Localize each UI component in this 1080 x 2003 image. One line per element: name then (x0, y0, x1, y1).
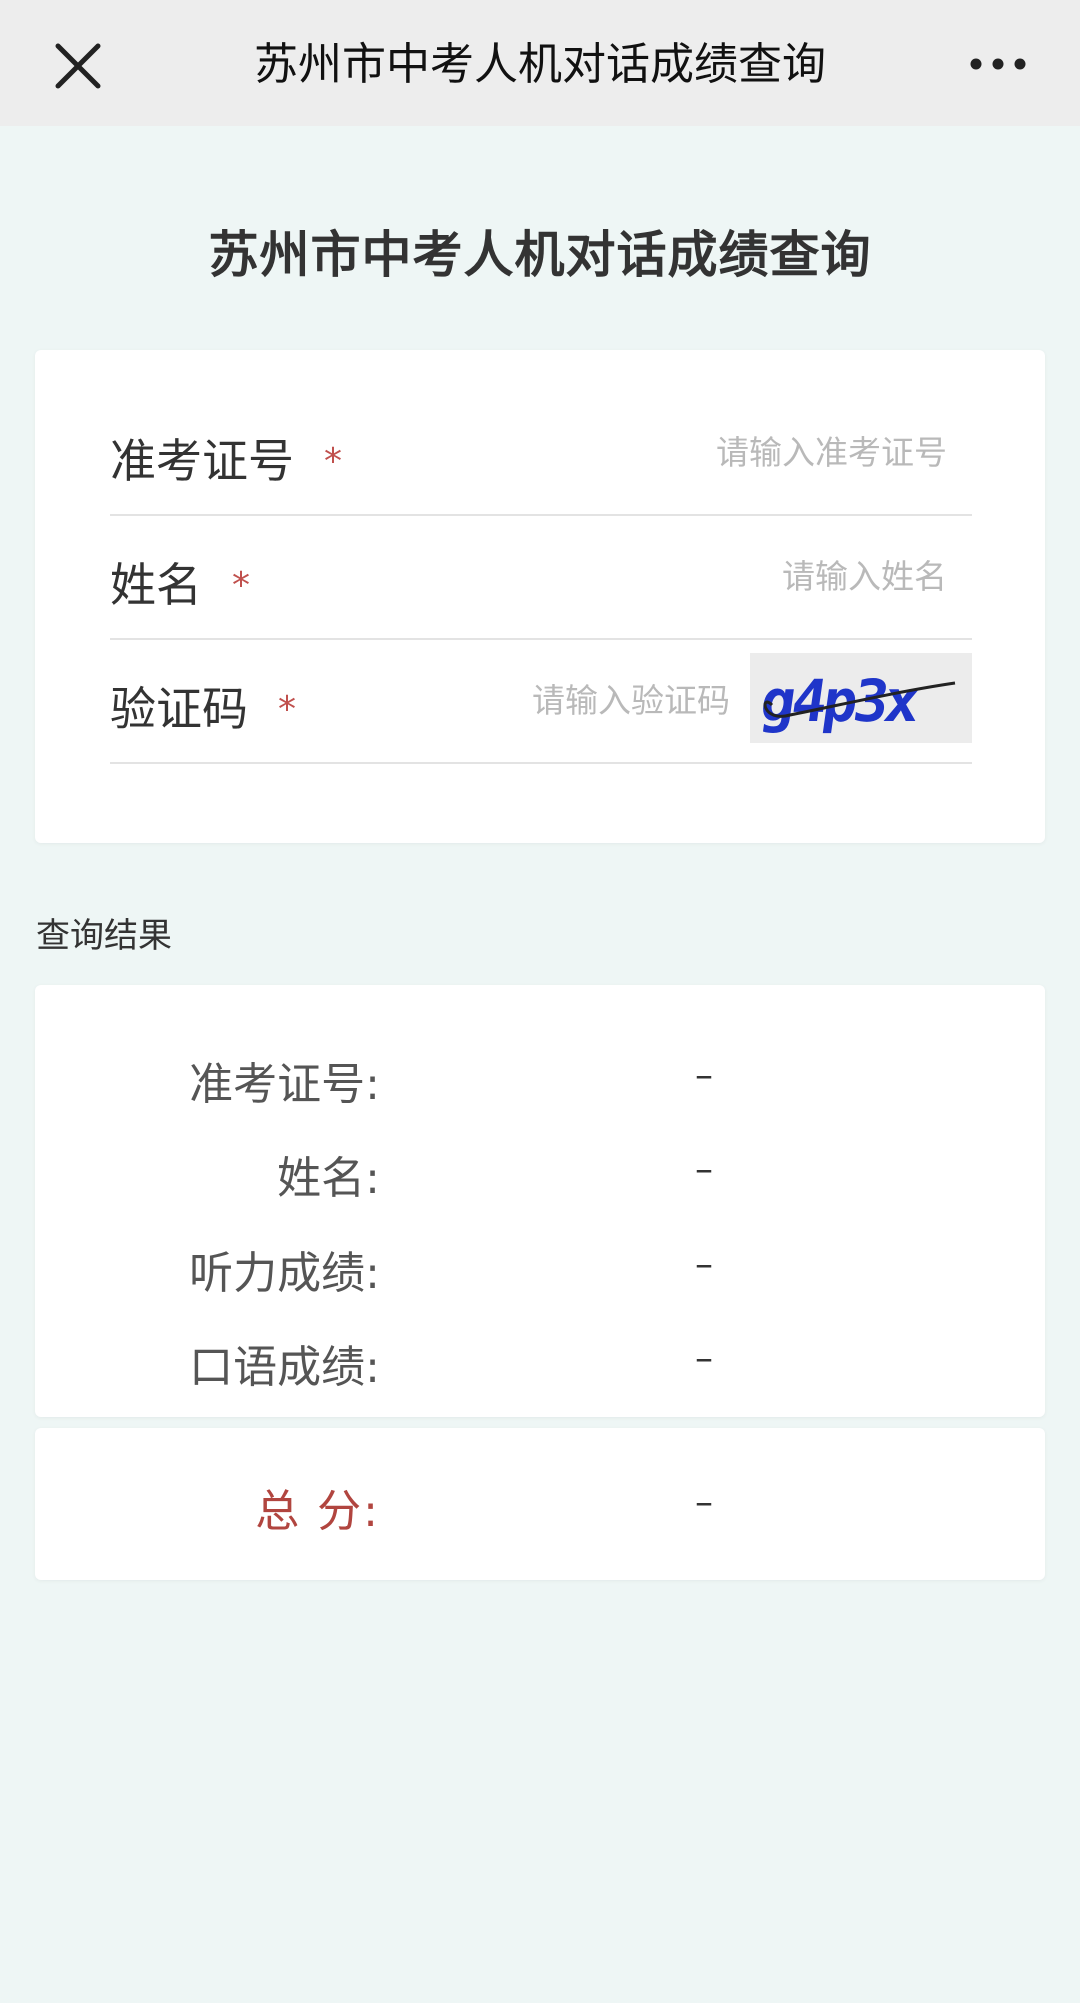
result-speaking-label: 口语成绩: (189, 1342, 380, 1393)
name-label: 姓名 * (110, 549, 250, 615)
more-options-button[interactable] (966, 44, 1030, 84)
topbar-title: 苏州市中考人机对话成绩查询 (254, 39, 826, 90)
exam-id-label: 准考证号 * (110, 425, 342, 491)
more-dots-icon (970, 58, 1026, 70)
result-listening-label: 听力成绩: (189, 1248, 380, 1299)
name-label-text: 姓名 (110, 558, 202, 612)
form-row-exam-id: 准考证号 * (110, 390, 972, 516)
form-row-captcha: 验证码 * g4p3x (110, 638, 972, 764)
captcha-graphic: g4p3x (756, 667, 956, 735)
captcha-image[interactable]: g4p3x (750, 653, 972, 743)
name-input[interactable] (410, 544, 972, 608)
total-score-label: 总 分: (255, 1486, 380, 1537)
result-speaking-value: – (695, 1338, 713, 1379)
captcha-input[interactable] (400, 668, 745, 732)
result-name-label: 姓名: (277, 1153, 380, 1204)
result-listening-value: – (695, 1244, 713, 1285)
required-mark: * (278, 689, 296, 730)
results-section-title: 查询结果 (36, 916, 172, 956)
required-mark: * (232, 565, 250, 606)
captcha-label-text: 验证码 (110, 682, 248, 736)
results-card: 准考证号: – 姓名: – 听力成绩: – 口语成绩: – (35, 985, 1045, 1417)
total-score-value: – (695, 1482, 713, 1523)
required-mark: * (324, 441, 342, 482)
exam-id-label-text: 准考证号 (110, 434, 294, 488)
captcha-text: g4p3x (756, 667, 923, 735)
top-nav-bar: 苏州市中考人机对话成绩查询 (0, 0, 1080, 126)
result-exam-id-value: – (695, 1055, 713, 1096)
result-name-value: – (695, 1149, 713, 1190)
exam-id-input[interactable] (410, 420, 972, 484)
result-exam-id-label: 准考证号: (189, 1059, 380, 1110)
close-button[interactable] (50, 38, 106, 94)
page-title: 苏州市中考人机对话成绩查询 (208, 226, 872, 284)
form-row-name: 姓名 * (110, 514, 972, 640)
captcha-label: 验证码 * (110, 673, 296, 739)
total-score-card: 总 分: – (35, 1428, 1045, 1580)
query-form-card: 准考证号 * 姓名 * 验证码 * g4p3x (35, 350, 1045, 843)
close-icon (55, 43, 101, 89)
